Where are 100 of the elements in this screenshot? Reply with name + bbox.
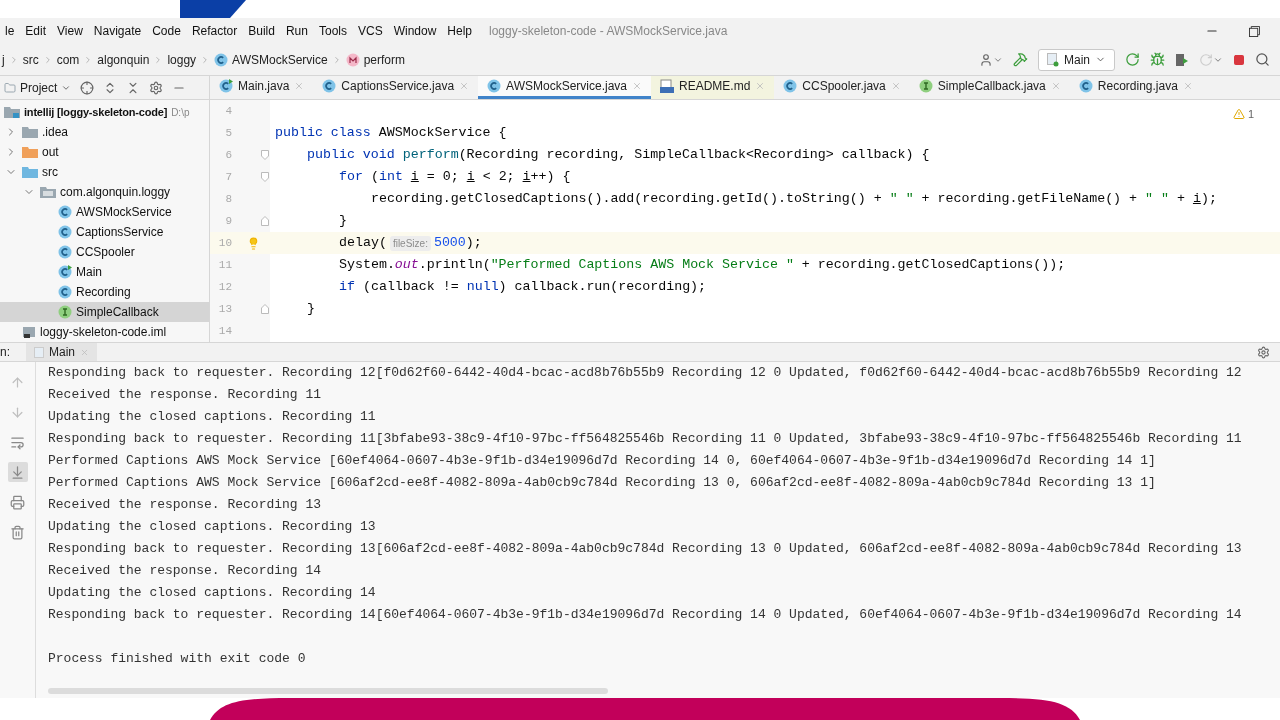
editor-tab[interactable]: README.md bbox=[651, 76, 775, 99]
editor-tab[interactable]: AWSMockService.java bbox=[478, 76, 651, 99]
menu-item[interactable]: VCS bbox=[352, 22, 388, 40]
close-icon[interactable] bbox=[890, 81, 901, 91]
menu-item[interactable]: Window bbox=[388, 22, 442, 40]
tree-item[interactable]: Main bbox=[0, 262, 209, 282]
class-icon bbox=[214, 52, 229, 67]
tree-item[interactable]: loggy-skeleton-code.iml bbox=[0, 322, 209, 342]
close-icon[interactable] bbox=[1050, 81, 1061, 91]
tree-item[interactable]: out bbox=[0, 142, 209, 162]
console-line: Updating the closed captions. Recording 14 bbox=[48, 584, 376, 603]
tree-item[interactable]: SimpleCallback bbox=[0, 302, 209, 322]
settings-icon[interactable] bbox=[1257, 345, 1270, 359]
code-line: recording.getClosedCaptions().add(recording.getId().toString() + " " + recording.getFileName() + " " + i); bbox=[371, 190, 1217, 209]
close-icon[interactable] bbox=[459, 81, 470, 91]
settings-icon[interactable] bbox=[149, 80, 164, 95]
menu-item[interactable]: Build bbox=[243, 22, 280, 40]
class-icon bbox=[783, 79, 798, 93]
code-line: public void perform(Recording recording, SimpleCallback<Recording> callback) { bbox=[307, 146, 930, 165]
menu-item[interactable]: le bbox=[0, 22, 20, 40]
line-number: 4 bbox=[224, 103, 232, 119]
tree-item[interactable]: CCSpooler bbox=[0, 242, 209, 262]
interface-icon bbox=[918, 79, 933, 93]
package-icon bbox=[40, 185, 56, 199]
console-line: Received the response. Recording 11 bbox=[48, 386, 322, 405]
run-tab[interactable]: Main bbox=[26, 343, 97, 361]
menu-item[interactable]: Edit bbox=[20, 22, 52, 40]
editor-tab[interactable]: Main.java bbox=[210, 76, 314, 99]
exit-message: Process finished with exit code 0 bbox=[48, 650, 306, 669]
menu-item[interactable]: Tools bbox=[313, 22, 352, 40]
fold-marker-icon[interactable] bbox=[261, 216, 269, 226]
editor-tab[interactable]: CCSpooler.java bbox=[774, 76, 910, 99]
fold-marker-icon[interactable] bbox=[261, 304, 269, 314]
breadcrumb-item[interactable]: AWSMockService bbox=[212, 50, 330, 69]
tree-item[interactable]: CaptionsService bbox=[0, 222, 209, 242]
menu-item[interactable]: View bbox=[52, 22, 88, 40]
fold-marker-icon[interactable] bbox=[261, 150, 269, 160]
breadcrumb-item[interactable]: com bbox=[54, 50, 82, 69]
close-icon[interactable] bbox=[1182, 81, 1193, 91]
line-number: 9 bbox=[224, 213, 232, 229]
folder-icon bbox=[4, 81, 16, 94]
class-icon bbox=[58, 285, 72, 299]
user-icon[interactable] bbox=[979, 52, 993, 67]
profile-icon[interactable] bbox=[1199, 52, 1213, 67]
folder-icon bbox=[22, 125, 38, 139]
class-icon bbox=[58, 245, 72, 259]
hammer-icon[interactable] bbox=[1013, 52, 1028, 67]
menu-item[interactable]: Help bbox=[442, 22, 478, 40]
breadcrumb-item[interactable]: j bbox=[0, 50, 7, 69]
console-line: Responding back to requester. Recording 14[60ef4064-0607-4b3e-9f1b-d34e19096d7d Recording 14 0 Updated, 60ef4064-0607-4b3e-9f1b-d34e19096d7d Recording 14 bbox=[48, 606, 1242, 625]
code-line: public class AWSMockService { bbox=[275, 124, 507, 143]
menu-item[interactable]: Run bbox=[280, 22, 313, 40]
menu-item[interactable]: Code bbox=[147, 22, 186, 40]
locate-icon[interactable] bbox=[80, 80, 95, 95]
breadcrumb-item[interactable]: src bbox=[20, 50, 41, 69]
close-icon[interactable] bbox=[632, 81, 642, 91]
class-icon bbox=[1078, 79, 1093, 93]
run-config-dropdown[interactable]: Main bbox=[1038, 48, 1115, 71]
window-title: loggy-skeleton-code - AWSMockService.java bbox=[489, 23, 728, 40]
editor-tab[interactable]: Recording.java bbox=[1069, 76, 1202, 99]
breadcrumb-item[interactable]: algonquin bbox=[95, 50, 152, 69]
warning-icon[interactable] bbox=[1232, 108, 1245, 121]
breadcrumb-item[interactable]: perform bbox=[343, 50, 407, 69]
close-icon[interactable] bbox=[755, 81, 766, 91]
restore-icon[interactable] bbox=[1249, 25, 1260, 37]
menu-item[interactable]: Navigate bbox=[88, 22, 147, 40]
console-line: Received the response. Recording 13 bbox=[48, 496, 322, 515]
soft-wrap-icon[interactable] bbox=[10, 434, 25, 450]
project-view-dropdown[interactable]: Project bbox=[4, 78, 72, 97]
trash-icon[interactable] bbox=[10, 524, 25, 540]
menu-item[interactable]: Refactor bbox=[186, 22, 243, 40]
close-icon[interactable] bbox=[80, 347, 89, 357]
tree-item[interactable]: src bbox=[0, 162, 209, 182]
tree-item[interactable]: AWSMockService bbox=[0, 202, 209, 222]
code-line: } bbox=[307, 300, 315, 319]
coverage-icon[interactable] bbox=[1175, 52, 1189, 67]
tree-item[interactable]: intellij [loggy-skeleton-code] D:\p bbox=[0, 102, 209, 122]
console-line: Performed Captions AWS Mock Service [60ef4064-0607-4b3e-9f1b-d34e19096d7d Recording 14 0, 60ef4064-0607-4b3e-9f1b-d34e19096d7d Recording 14 1] bbox=[48, 452, 1156, 471]
tree-item[interactable]: Recording bbox=[0, 282, 209, 302]
search-icon[interactable] bbox=[1255, 52, 1270, 67]
warning-count[interactable]: 1 bbox=[1247, 106, 1254, 123]
editor-tab[interactable]: CaptionsService.java bbox=[313, 76, 479, 99]
editor-tab[interactable]: SimpleCallback.java bbox=[909, 76, 1070, 99]
class-icon bbox=[58, 205, 72, 219]
lightbulb-icon[interactable] bbox=[247, 236, 260, 250]
scroll-to-end-icon[interactable] bbox=[10, 464, 25, 480]
close-icon[interactable] bbox=[294, 81, 305, 91]
tree-item[interactable]: .idea bbox=[0, 122, 209, 142]
line-number: 5 bbox=[224, 125, 232, 141]
scrollbar[interactable] bbox=[48, 688, 608, 694]
rerun-icon[interactable] bbox=[1125, 52, 1140, 67]
debug-icon[interactable] bbox=[1150, 52, 1165, 67]
code-line: System.out.println("Performed Captions AWS Mock Service " + recording.getClosedCaptions()); bbox=[339, 256, 1066, 275]
print-icon[interactable] bbox=[10, 494, 25, 510]
console-line: Updating the closed captions. Recording 13 bbox=[48, 518, 376, 537]
code-line: if (callback != null) callback.run(recording); bbox=[339, 278, 707, 297]
fold-marker-icon[interactable] bbox=[261, 172, 269, 182]
tree-item[interactable]: com.algonquin.loggy bbox=[0, 182, 209, 202]
stop-icon[interactable] bbox=[1233, 53, 1245, 66]
breadcrumb-item[interactable]: loggy bbox=[165, 50, 199, 69]
